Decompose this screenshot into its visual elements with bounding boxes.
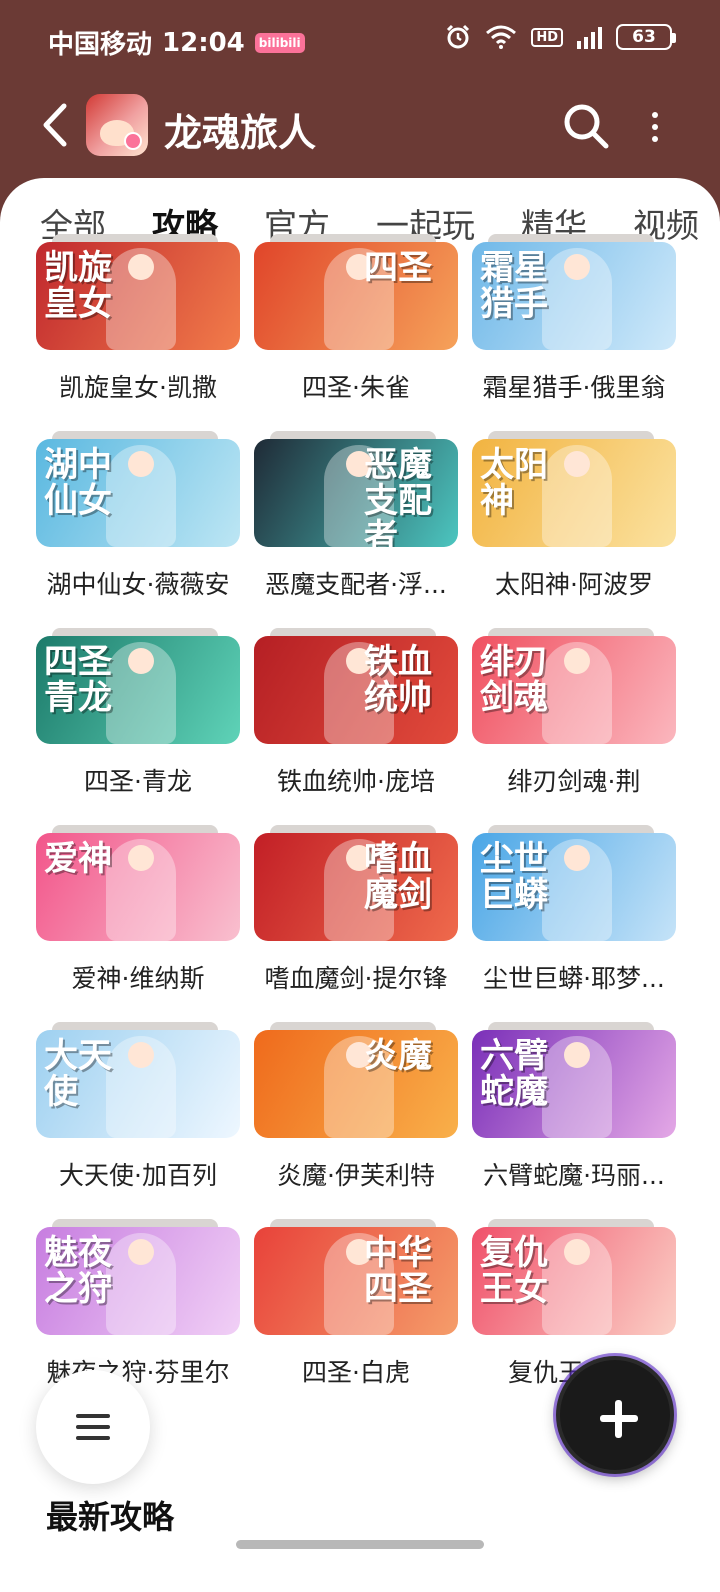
- list-icon-line: [76, 1425, 110, 1429]
- dot-icon: [652, 124, 658, 130]
- list-icon-line: [76, 1436, 110, 1440]
- hero-art-title: 大天使: [44, 1036, 112, 1112]
- hero-card[interactable]: 大天使大天使·加百列: [36, 1022, 240, 1220]
- hero-art-image: 魅夜之狩: [36, 1227, 240, 1335]
- hero-card[interactable]: 四圣四圣·朱雀: [254, 234, 458, 432]
- hero-art-title: 魅夜之狩: [44, 1233, 112, 1309]
- hd-badge: HD: [531, 27, 563, 47]
- page-title: 龙魂旅人: [164, 111, 317, 155]
- hero-card-title: 六臂蛇魔·玛丽...: [483, 1161, 665, 1190]
- community-avatar[interactable]: [86, 94, 148, 156]
- hero-art-image: 中华四圣: [254, 1227, 458, 1335]
- hero-art-title: 铁血统帅: [364, 642, 432, 718]
- alarm-icon: [447, 24, 470, 49]
- hero-art-title: 爱神: [44, 839, 112, 879]
- hero-card[interactable]: 炎魔炎魔·伊芙利特: [254, 1022, 458, 1220]
- hero-art-image: 尘世巨蟒: [472, 833, 676, 941]
- hero-art-image: 绯刃剑魂: [472, 636, 676, 744]
- hero-card[interactable]: 四圣青龙四圣·青龙: [36, 628, 240, 826]
- dot-icon: [652, 136, 658, 142]
- hero-art-image: 爱神: [36, 833, 240, 941]
- hero-art-title: 凯旋皇女: [44, 248, 112, 324]
- hero-card-title: 嗜血魔剑·提尔锋: [264, 964, 448, 993]
- hero-art-image: 四圣青龙: [36, 636, 240, 744]
- hero-art-title: 湖中仙女: [44, 445, 112, 521]
- section-title: 最新攻略: [46, 1498, 175, 1536]
- hero-card[interactable]: 铁血统帅铁血统帅·庞培: [254, 628, 458, 826]
- hero-art-image: 大天使: [36, 1030, 240, 1138]
- hero-card-title: 霜星猎手·俄里翁: [482, 373, 666, 402]
- search-icon: [564, 104, 609, 149]
- carrier-label: 中国移动: [48, 30, 153, 60]
- hero-art-title: 四圣青龙: [44, 642, 112, 718]
- list-icon-line: [76, 1414, 110, 1418]
- hero-art-title: 六臂蛇魔: [480, 1036, 548, 1112]
- hero-card[interactable]: 太阳神太阳神·阿波罗: [472, 431, 676, 629]
- hero-card-title: 尘世巨蟒·耶梦...: [483, 964, 665, 993]
- hero-card[interactable]: 中华四圣四圣·白虎: [254, 1219, 458, 1417]
- hero-card-title: 大天使·加百列: [59, 1161, 217, 1190]
- search-button[interactable]: [560, 100, 612, 152]
- hero-art-title: 中华四圣: [364, 1233, 432, 1309]
- header: 龙魂旅人: [0, 80, 720, 180]
- hero-card-title: 湖中仙女·薇薇安: [46, 570, 230, 599]
- hero-art-image: 六臂蛇魔: [472, 1030, 676, 1138]
- back-button[interactable]: [40, 102, 80, 158]
- status-left: 中国移动 12:04 bilibili: [48, 24, 305, 61]
- hero-art-image: 湖中仙女: [36, 439, 240, 547]
- hero-card[interactable]: 六臂蛇魔六臂蛇魔·玛丽...: [472, 1022, 676, 1220]
- hero-art-title: 复仇王女: [480, 1233, 548, 1309]
- signal-icon: [577, 25, 602, 49]
- hero-art-image: 炎魔: [254, 1030, 458, 1138]
- dot-icon: [652, 112, 658, 118]
- hero-card[interactable]: 爱神爱神·维纳斯: [36, 825, 240, 1023]
- add-post-button[interactable]: [556, 1356, 674, 1474]
- bilibili-notification-icon: bilibili: [254, 32, 305, 53]
- hero-art-title: 太阳神: [480, 445, 548, 521]
- hero-card[interactable]: 尘世巨蟒尘世巨蟒·耶梦...: [472, 825, 676, 1023]
- chevron-left-icon: [43, 103, 67, 147]
- battery-level: 63: [632, 27, 656, 47]
- hero-art-image: 复仇王女: [472, 1227, 676, 1335]
- home-indicator[interactable]: [236, 1540, 484, 1549]
- hero-card[interactable]: 绯刃剑魂绯刃剑魂·荆: [472, 628, 676, 826]
- hero-card-title: 恶魔支配者·浮...: [265, 570, 447, 599]
- hero-card[interactable]: 霜星猎手霜星猎手·俄里翁: [472, 234, 676, 432]
- hero-art-image: 霜星猎手: [472, 242, 676, 350]
- hero-card-title: 四圣·青龙: [84, 767, 192, 796]
- hero-card-title: 绯刃剑魂·荆: [507, 767, 641, 796]
- hero-art-image: 太阳神: [472, 439, 676, 547]
- hero-card-title: 爱神·维纳斯: [71, 964, 205, 993]
- status-right: HD 63: [445, 24, 676, 50]
- hero-card[interactable]: 嗜血魔剑嗜血魔剑·提尔锋: [254, 825, 458, 1023]
- status-bar: 中国移动 12:04 bilibili HD 63: [0, 0, 720, 80]
- time-label: 12:04: [162, 27, 245, 58]
- hero-card-title: 四圣·白虎: [302, 1358, 410, 1387]
- hero-art-title: 四圣: [364, 248, 432, 288]
- wifi-icon: [486, 25, 517, 49]
- hero-card[interactable]: 恶魔支配者恶魔支配者·浮...: [254, 431, 458, 629]
- hero-art-image: 恶魔支配者: [254, 439, 458, 547]
- hero-card-title: 四圣·朱雀: [302, 373, 410, 402]
- hero-art-image: 铁血统帅: [254, 636, 458, 744]
- battery-icon: 63: [616, 24, 676, 50]
- hero-card[interactable]: 凯旋皇女凯旋皇女·凯撒: [36, 234, 240, 432]
- hero-art-image: 凯旋皇女: [36, 242, 240, 350]
- hero-card-title: 凯旋皇女·凯撒: [59, 373, 217, 402]
- list-menu-button[interactable]: [36, 1370, 150, 1484]
- hero-art-image: 四圣: [254, 242, 458, 350]
- more-options-button[interactable]: [640, 102, 670, 152]
- hero-card-title: 炎魔·伊芙利特: [277, 1161, 435, 1190]
- hero-card-title: 铁血统帅·庞培: [277, 767, 435, 796]
- hero-art-title: 尘世巨蟒: [480, 839, 548, 915]
- hero-art-title: 炎魔: [364, 1036, 432, 1076]
- hero-art-title: 绯刃剑魂: [480, 642, 548, 718]
- hero-art-title: 恶魔支配者: [364, 445, 432, 547]
- hero-card[interactable]: 湖中仙女湖中仙女·薇薇安: [36, 431, 240, 629]
- hero-art-title: 嗜血魔剑: [364, 839, 432, 915]
- hero-card-title: 太阳神·阿波罗: [495, 570, 653, 599]
- hero-art-image: 嗜血魔剑: [254, 833, 458, 941]
- hero-art-title: 霜星猎手: [480, 248, 548, 324]
